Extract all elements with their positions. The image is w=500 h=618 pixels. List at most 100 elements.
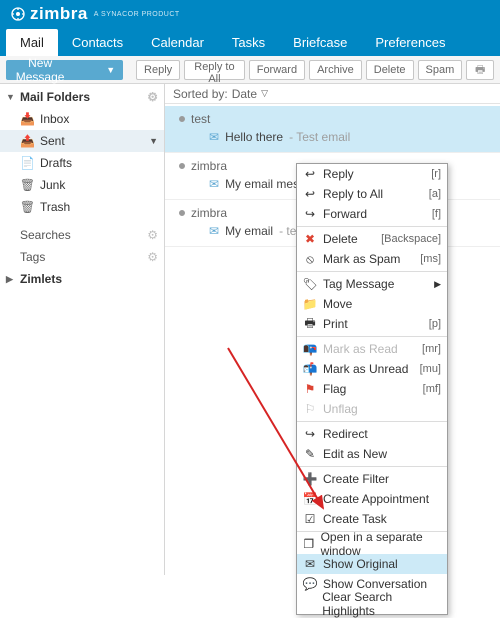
ctx-reply[interactable]: ↩Reply[r] — [297, 164, 447, 184]
ctx-clear-search-highlights[interactable]: Clear Search Highlights — [297, 594, 447, 614]
logo-text: zimbra — [30, 4, 88, 24]
folder-label: Trash — [40, 200, 70, 214]
ctx-label: Show Original — [323, 557, 398, 571]
caret-down-icon[interactable]: ▼ — [149, 136, 158, 146]
drafts-icon: 📄 — [20, 156, 35, 170]
thread-from: test — [191, 112, 210, 126]
forward-button[interactable]: Forward — [249, 60, 305, 80]
main-tabs: Mail Contacts Calendar Tasks Briefcase P… — [0, 28, 500, 56]
thread-subject: Hello there — [225, 130, 283, 144]
tab-calendar[interactable]: Calendar — [137, 29, 218, 56]
ctx-mark-read: 📭Mark as Read[mr] — [297, 339, 447, 359]
unflag-icon: ⚐ — [303, 402, 317, 416]
ctx-flag[interactable]: ⚑Flag[mf] — [297, 379, 447, 399]
reply-button[interactable]: Reply — [136, 60, 180, 80]
ctx-label: Mark as Spam — [323, 252, 400, 266]
context-menu: ↩Reply[r] ↩Reply to All[a] ↪Forward[f] ✖… — [296, 163, 448, 615]
unread-icon: 📬 — [303, 362, 317, 376]
task-icon: ☑ — [303, 512, 317, 526]
ctx-tag-message[interactable]: 🏷Tag Message▶ — [297, 274, 447, 294]
tags-label: Tags — [20, 250, 45, 264]
shortcut: [ms] — [420, 253, 441, 265]
calendar-icon: 📅 — [303, 492, 317, 506]
delete-button[interactable]: Delete — [366, 60, 414, 80]
ctx-open-separate-window[interactable]: ❐Open in a separate window — [297, 534, 447, 554]
archive-button[interactable]: Archive — [309, 60, 362, 80]
conversation-icon: 💬 — [303, 577, 317, 591]
ctx-label: Reply — [323, 167, 354, 181]
ctx-reply-all[interactable]: ↩Reply to All[a] — [297, 184, 447, 204]
ctx-label: Open in a separate window — [321, 530, 441, 558]
new-message-label: New Message — [14, 56, 66, 84]
thread-preview: - Test email — [289, 130, 350, 144]
shortcut: [a] — [429, 188, 441, 200]
ctx-label: Mark as Unread — [323, 362, 408, 376]
sidebar-mail-folders[interactable]: ▼Mail Folders⚙ — [0, 86, 164, 108]
tab-mail[interactable]: Mail — [6, 29, 58, 56]
ctx-label: Redirect — [323, 427, 368, 441]
sidebar-zimlets[interactable]: ▶Zimlets — [0, 268, 164, 290]
reply-all-button[interactable]: Reply to All — [184, 60, 245, 80]
thread-row[interactable]: test ✉ Hello there - Test email — [165, 106, 500, 153]
print-dropdown-button[interactable]: 🖶▾ — [466, 60, 494, 80]
ctx-label: Mark as Read — [323, 342, 398, 356]
thread-from: zimbra — [191, 159, 227, 173]
folder-trash[interactable]: 🗑 Trash — [0, 196, 164, 218]
tab-briefcase[interactable]: Briefcase — [279, 29, 361, 56]
ctx-label: Flag — [323, 382, 346, 396]
ctx-redirect[interactable]: ↪Redirect — [297, 424, 447, 444]
delete-icon: ✖ — [303, 232, 317, 246]
folder-label: Drafts — [40, 156, 72, 170]
tag-icon: 🏷 — [303, 277, 317, 291]
envelope-icon: ✉ — [209, 224, 219, 238]
shortcut: [f] — [432, 208, 441, 220]
ctx-label: Delete — [323, 232, 358, 246]
gear-icon[interactable]: ⚙ — [147, 90, 158, 104]
ctx-label: Move — [323, 297, 352, 311]
tab-tasks[interactable]: Tasks — [218, 29, 279, 56]
ctx-edit-as-new[interactable]: ✎Edit as New — [297, 444, 447, 464]
sidebar-searches[interactable]: Searches ⚙ — [0, 224, 164, 246]
ctx-create-filter[interactable]: ➕Create Filter — [297, 469, 447, 489]
gear-icon[interactable]: ⚙ — [147, 228, 158, 242]
envelope-icon: ✉ — [209, 130, 219, 144]
folder-sent[interactable]: 📤Sent▼ — [0, 130, 164, 152]
read-icon: 📭 — [303, 342, 317, 356]
thread-from: zimbra — [191, 206, 227, 220]
sort-bar[interactable]: Sorted by:Date▽ — [165, 84, 500, 104]
folder-drafts[interactable]: 📄 Drafts — [0, 152, 164, 174]
ctx-forward[interactable]: ↪Forward[f] — [297, 204, 447, 224]
ctx-mark-unread[interactable]: 📬Mark as Unread[mu] — [297, 359, 447, 379]
sidebar-tags[interactable]: Tags ⚙ — [0, 246, 164, 268]
ctx-delete[interactable]: ✖Delete[Backspace] — [297, 229, 447, 249]
expand-icon: ▶ — [6, 274, 15, 285]
sent-icon: 📤 — [20, 134, 35, 148]
ctx-label: Create Filter — [323, 472, 389, 486]
sort-field: Date — [232, 87, 257, 101]
folder-inbox[interactable]: 📥Inbox — [0, 108, 164, 130]
spam-button[interactable]: Spam — [418, 60, 463, 80]
logo-icon — [10, 6, 26, 22]
ctx-label: Print — [323, 317, 348, 331]
ctx-move[interactable]: 📁Move — [297, 294, 447, 314]
tab-contacts[interactable]: Contacts — [58, 29, 137, 56]
inbox-icon: 📥 — [20, 112, 35, 126]
gear-icon[interactable]: ⚙ — [147, 250, 158, 264]
ctx-mark-spam[interactable]: ⦸Mark as Spam[ms] — [297, 249, 447, 269]
thread-bullet-icon — [179, 116, 185, 122]
sidebar: ▼Mail Folders⚙ 📥Inbox 📤Sent▼ 📄 Drafts 🗑Ju… — [0, 84, 165, 575]
toolbar: New Message▼ Reply Reply to All Forward … — [0, 56, 500, 84]
ctx-create-task[interactable]: ☑Create Task — [297, 509, 447, 529]
print-icon: 🖶 — [303, 314, 317, 335]
tab-preferences[interactable]: Preferences — [361, 29, 459, 56]
app-header: zimbra A SYNACOR PRODUCT — [0, 0, 500, 28]
ctx-create-appointment[interactable]: 📅Create Appointment — [297, 489, 447, 509]
ctx-label: Tag Message — [323, 277, 394, 291]
folder-junk[interactable]: 🗑Junk — [0, 174, 164, 196]
trash-icon: 🗑 — [20, 200, 35, 214]
searches-label: Searches — [20, 228, 71, 242]
envelope-icon: ✉ — [209, 177, 219, 191]
ctx-print[interactable]: 🖶Print[p] — [297, 314, 447, 334]
new-message-button[interactable]: New Message▼ — [6, 60, 123, 80]
envelope-icon: ✉ — [303, 557, 317, 571]
